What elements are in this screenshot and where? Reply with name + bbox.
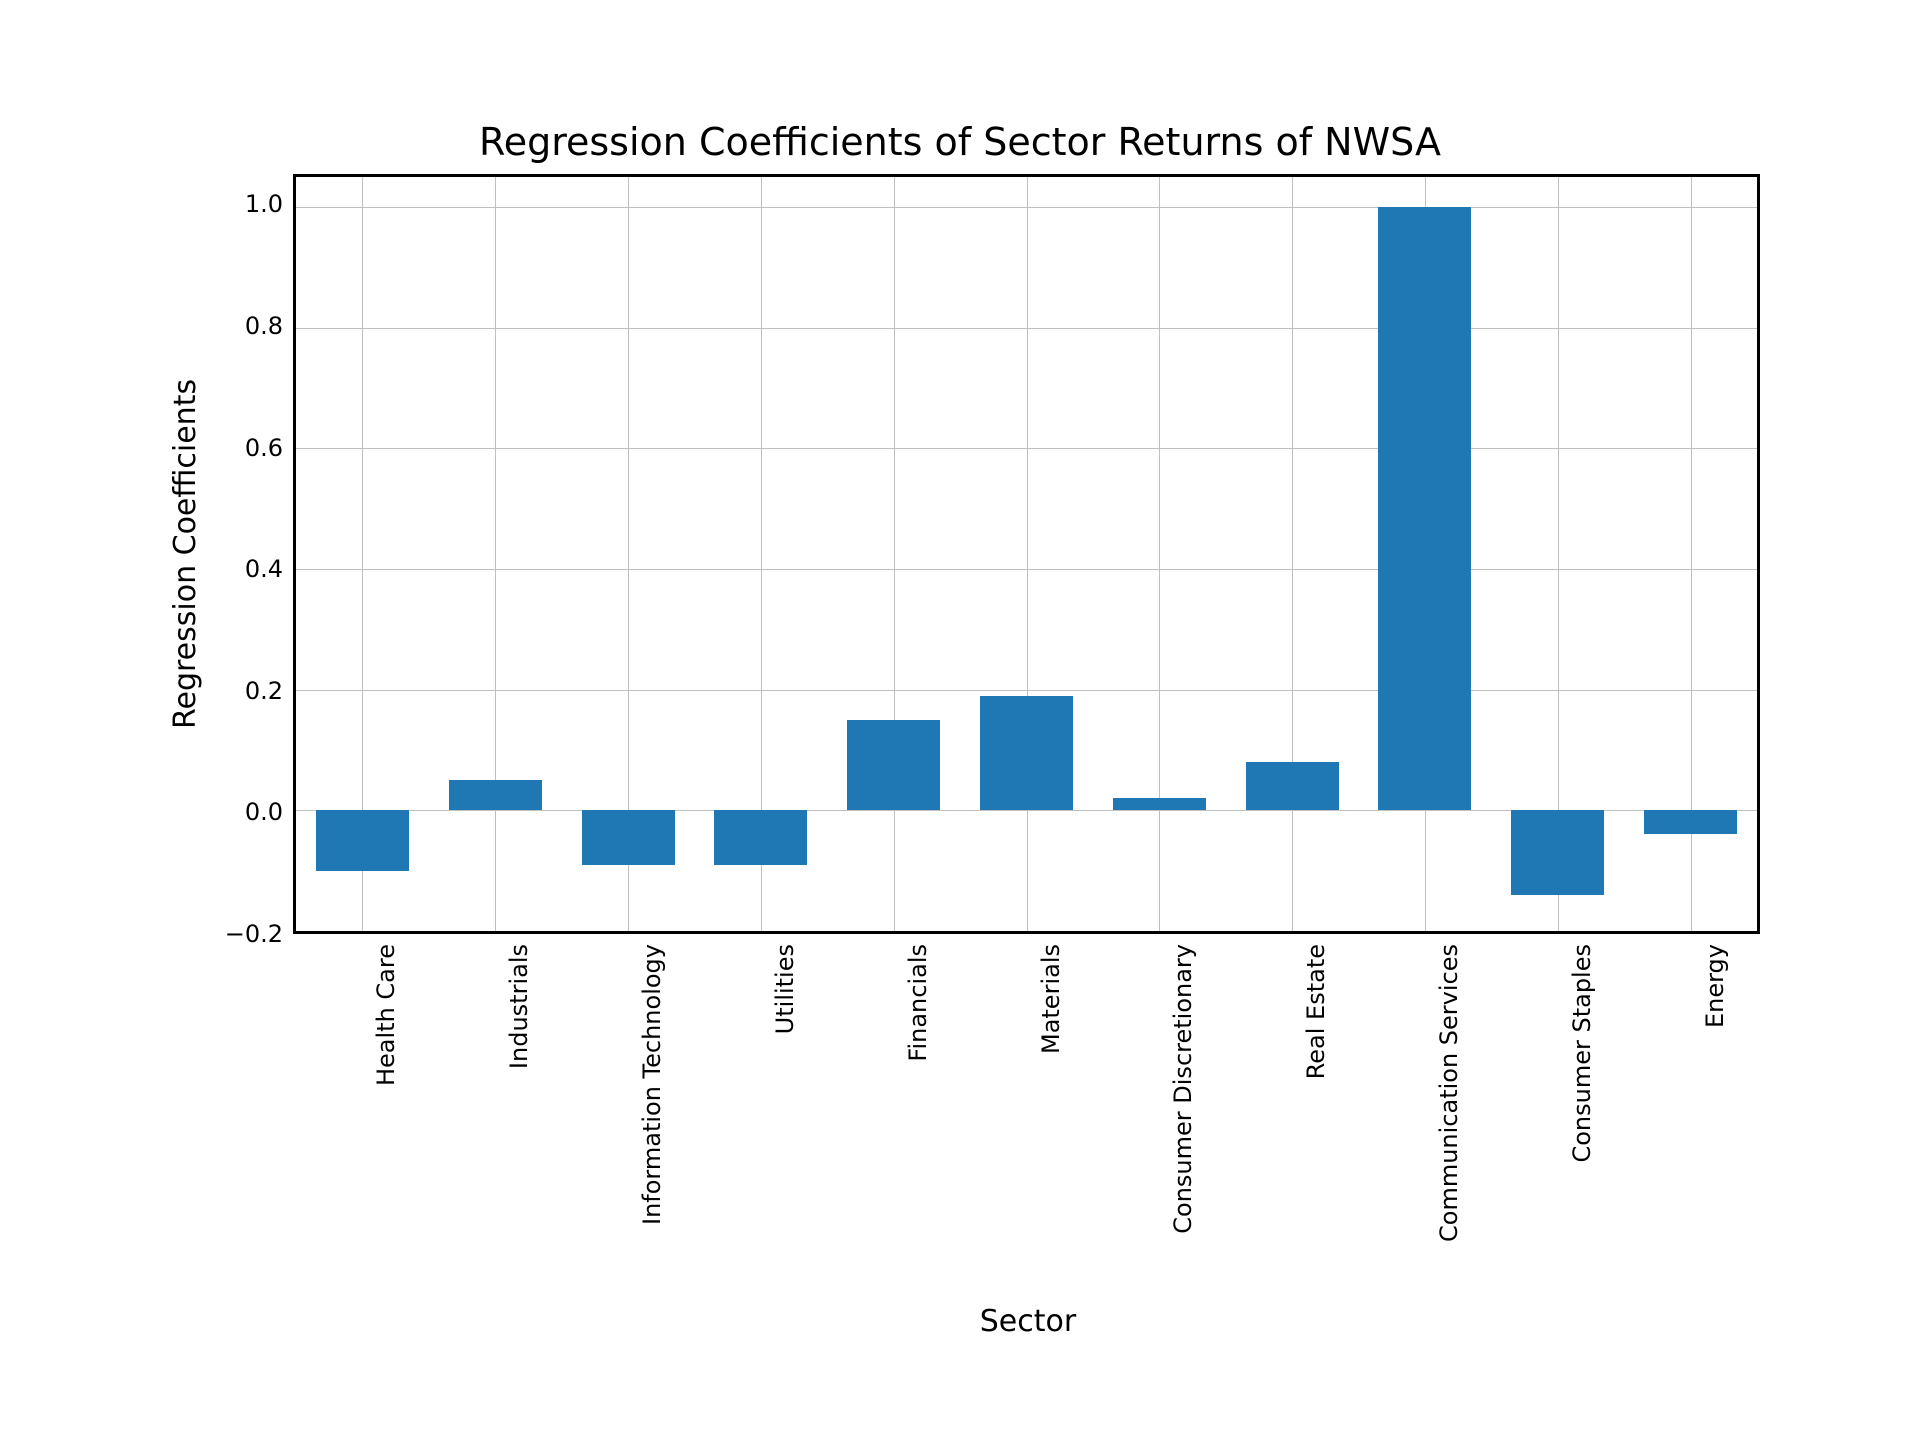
gridline-vertical	[1027, 177, 1028, 931]
x-tick-label: Health Care	[372, 944, 400, 1086]
y-tick-label: 0.4	[245, 555, 283, 583]
bar	[1511, 810, 1604, 894]
x-tick-label: Consumer Discretionary	[1169, 944, 1197, 1234]
y-tick-mark	[293, 810, 296, 812]
bar	[449, 780, 542, 810]
gridline-vertical	[1292, 177, 1293, 931]
x-tick-label: Energy	[1701, 944, 1729, 1028]
gridline-vertical	[1159, 177, 1160, 931]
bar	[1644, 810, 1737, 834]
gridline-horizontal	[296, 931, 1757, 932]
bar	[1246, 762, 1339, 810]
y-tick-mark	[293, 328, 296, 330]
gridline-vertical	[894, 177, 895, 931]
x-tick-label: Communication Services	[1435, 944, 1463, 1242]
x-tick-label: Materials	[1037, 944, 1065, 1054]
x-tick-container: Health Care Industrials Information Techno…	[296, 934, 1760, 1304]
bar	[582, 810, 675, 864]
bar	[316, 810, 409, 870]
gridline-vertical	[495, 177, 496, 931]
bar	[1378, 207, 1471, 810]
bar	[1113, 798, 1206, 810]
chart-title: Regression Coefficients of Sector Return…	[160, 120, 1760, 164]
x-tick-label: Financials	[904, 944, 932, 1062]
x-axis-label-text: Sector	[980, 1304, 1076, 1339]
y-tick-label: 0.0	[245, 798, 283, 826]
x-axis-label: Sector	[296, 1304, 1760, 1339]
x-tick-label: Utilities	[771, 944, 799, 1034]
y-tick-label: 1.0	[245, 190, 283, 218]
y-tick-mark	[293, 690, 296, 692]
x-spacer	[160, 934, 296, 1304]
y-tick-mark	[293, 931, 296, 933]
x-tick-label: Real Estate	[1302, 944, 1330, 1079]
x-tick-label: Industrials	[505, 944, 533, 1069]
x-labels-row: Health Care Industrials Information Techno…	[160, 934, 1760, 1304]
chart-container: Regression Coefficients of Sector Return…	[160, 120, 1760, 1320]
x-tick-label: Information Technology	[638, 944, 666, 1225]
x-tick-label: Consumer Staples	[1568, 944, 1596, 1163]
y-tick-label: 0.2	[245, 677, 283, 705]
y-tick-mark	[293, 207, 296, 209]
y-axis-label: Regression Coefficients	[160, 174, 203, 934]
y-tick-label: 0.8	[245, 312, 283, 340]
plot-area	[293, 174, 1760, 934]
bar	[714, 810, 807, 864]
y-tick-label: 0.6	[245, 434, 283, 462]
bar	[980, 696, 1073, 811]
y-tick-label: −0.2	[225, 920, 283, 948]
y-tick-mark	[293, 448, 296, 450]
bar	[847, 720, 940, 810]
y-tick-mark	[293, 569, 296, 571]
y-tick-container: −0.20.00.20.40.60.81.0	[203, 174, 293, 934]
plot-row: Regression Coefficients −0.20.00.20.40.6…	[160, 174, 1760, 934]
